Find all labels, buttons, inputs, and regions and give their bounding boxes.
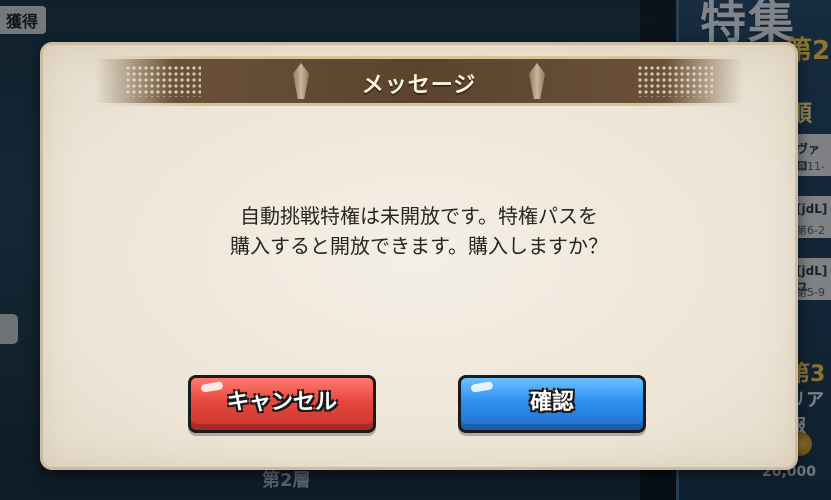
confirm-button[interactable]: 確認 [458, 375, 646, 433]
pixel-ornament-icon [637, 65, 713, 97]
message-dialog: メッセージ 自動挑戦特権は未開放です。特権パスを 購入すると開放できます。購入し… [40, 42, 798, 470]
confirm-button-label: 確認 [529, 390, 574, 415]
message-line: 購入すると開放できます。購入しますか？ [230, 234, 608, 258]
dialog-message: 自動挑戦特権は未開放です。特権パスを 購入すると開放できます。購入しますか？ [43, 201, 795, 261]
button-shine [470, 381, 494, 393]
dialog-title-bar: メッセージ [95, 56, 743, 106]
cancel-button[interactable]: キャンセル [188, 375, 376, 433]
button-shine [200, 381, 224, 393]
cancel-button-label: キャンセル [226, 390, 337, 415]
message-line: 自動挑戦特権は未開放です。特権パスを [240, 204, 598, 228]
